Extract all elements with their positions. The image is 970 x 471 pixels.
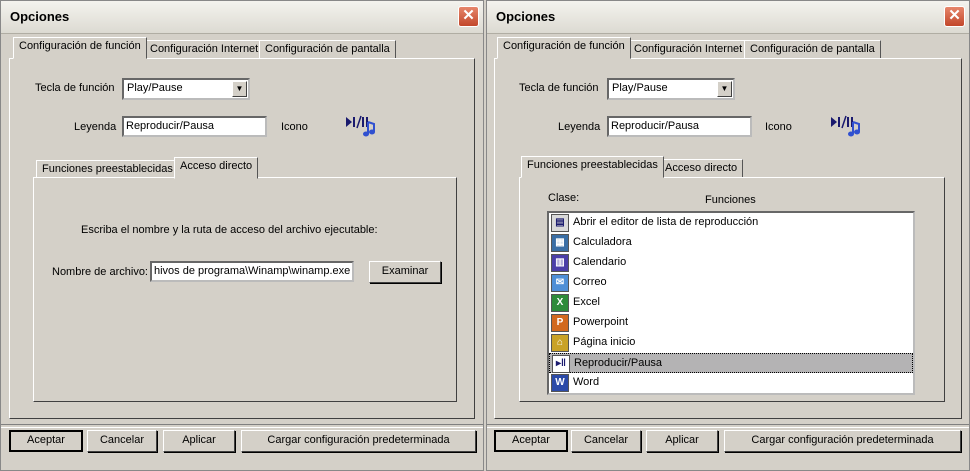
playlist-editor-icon: ▤ xyxy=(551,214,569,232)
load-default-button[interactable]: Cargar configuración predeterminada xyxy=(724,430,961,452)
list-item-label: Correo xyxy=(573,276,607,288)
caption-input[interactable]: Reproducir/Pausa xyxy=(122,116,267,137)
separator xyxy=(1,424,483,428)
list-item[interactable]: ⌂ Página inicio xyxy=(549,333,913,353)
list-item-label: Calculadora xyxy=(573,236,632,248)
close-icon: ✕ xyxy=(948,7,961,24)
list-item-label: Word xyxy=(573,376,600,388)
function-settings-panel: Tecla de función Play/Pause ▼ Leyenda Re… xyxy=(9,58,475,419)
icon-label: Icono xyxy=(765,121,792,133)
shortcut-panel: Escriba el nombre y la ruta de acceso de… xyxy=(33,177,457,402)
tab-screen-settings[interactable]: Configuración de pantalla xyxy=(744,40,881,59)
list-item[interactable]: P Powerpoint xyxy=(549,313,913,333)
cancel-button[interactable]: Cancelar xyxy=(87,430,157,452)
list-item[interactable]: ✉ Correo xyxy=(549,273,913,293)
list-item[interactable]: ▦ Calculadora xyxy=(549,233,913,253)
caption-value: Reproducir/Pausa xyxy=(126,120,215,132)
tab-screen-settings[interactable]: Configuración de pantalla xyxy=(259,40,396,59)
file-name-input[interactable]: hivos de programa\Winamp\winamp.exe xyxy=(150,261,354,282)
subtab-shortcut[interactable]: Acceso directo xyxy=(174,157,259,179)
apply-button[interactable]: Aplicar xyxy=(163,430,235,452)
list-item-label: Abrir el editor de lista de reproducción xyxy=(573,216,759,228)
function-key-label: Tecla de función xyxy=(35,82,115,94)
excel-icon: X xyxy=(551,294,569,312)
list-item[interactable]: ▥ Calendario xyxy=(549,253,913,273)
apply-button[interactable]: Aplicar xyxy=(646,430,718,452)
title-bar: Opciones ✕ xyxy=(487,1,969,34)
browse-button[interactable]: Examinar xyxy=(369,261,441,283)
caption-label: Leyenda xyxy=(74,121,117,133)
home-icon: ⌂ xyxy=(551,334,569,352)
function-key-select[interactable]: Play/Pause ▼ xyxy=(122,78,250,100)
function-key-value: Play/Pause xyxy=(612,82,668,94)
subtab-presets[interactable]: Funciones preestablecidas xyxy=(521,156,664,178)
separator xyxy=(487,424,969,428)
powerpoint-icon: P xyxy=(551,314,569,332)
chevron-down-icon[interactable]: ▼ xyxy=(717,81,732,97)
function-key-label: Tecla de función xyxy=(519,82,599,94)
instruction-text: Escriba el nombre y la ruta de acceso de… xyxy=(81,224,378,236)
tab-internet-settings[interactable]: Configuración Internet xyxy=(144,40,265,59)
function-key-value: Play/Pause xyxy=(127,82,183,94)
close-button[interactable]: ✕ xyxy=(944,6,965,27)
function-key-select[interactable]: Play/Pause ▼ xyxy=(607,78,735,100)
options-dialog-right: Opciones ✕ Configuración de función Conf… xyxy=(486,0,970,471)
caption-value: Reproducir/Pausa xyxy=(611,120,700,132)
list-item-label: Reproducir/Pausa xyxy=(574,357,663,369)
dialog-title: Opciones xyxy=(496,9,556,24)
play-pause-icon: ▸‖ xyxy=(552,355,570,373)
options-dialog-left: Opciones ✕ Configuración de función Conf… xyxy=(0,0,484,471)
close-icon: ✕ xyxy=(462,7,475,24)
caption-input[interactable]: Reproducir/Pausa xyxy=(607,116,752,137)
tab-function-settings[interactable]: Configuración de función xyxy=(497,37,631,59)
file-name-value: hivos de programa\Winamp\winamp.exe xyxy=(154,265,351,277)
list-item-label: Excel xyxy=(573,296,600,308)
functions-list[interactable]: ▤ Abrir el editor de lista de reproducció… xyxy=(547,211,915,395)
word-icon: W xyxy=(551,374,569,392)
caption-label: Leyenda xyxy=(558,121,601,133)
list-item-label: Página inicio xyxy=(573,336,636,348)
function-settings-panel: Tecla de función Play/Pause ▼ Leyenda Re… xyxy=(494,58,962,419)
presets-panel: Clase: Funciones ▤ Abrir el editor de lis… xyxy=(519,177,945,402)
tab-internet-settings[interactable]: Configuración Internet xyxy=(628,40,749,59)
list-item[interactable]: ▸‖ Reproducir/Pausa xyxy=(549,353,913,373)
dialog-title: Opciones xyxy=(10,9,70,24)
calendar-icon: ▥ xyxy=(551,254,569,272)
functions-header: Funciones xyxy=(705,194,756,206)
calculator-icon: ▦ xyxy=(551,234,569,252)
play-pause-icon xyxy=(831,115,860,137)
list-item-label: Powerpoint xyxy=(573,316,629,328)
subtab-shortcut[interactable]: Acceso directo xyxy=(659,159,744,178)
mail-icon: ✉ xyxy=(551,274,569,292)
load-default-button[interactable]: Cargar configuración predeterminada xyxy=(241,430,476,452)
list-item-label: Calendario xyxy=(573,256,627,268)
accept-button[interactable]: Aceptar xyxy=(494,430,568,452)
play-pause-icon xyxy=(346,115,375,137)
accept-button[interactable]: Aceptar xyxy=(9,430,83,452)
list-item[interactable]: ▤ Abrir el editor de lista de reproducció… xyxy=(549,213,913,233)
class-header: Clase: xyxy=(548,192,580,204)
file-name-label: Nombre de archivo: xyxy=(52,266,148,278)
list-item[interactable]: W Word xyxy=(549,373,913,393)
list-item[interactable]: X Excel xyxy=(549,293,913,313)
title-bar: Opciones ✕ xyxy=(1,1,483,34)
cancel-button[interactable]: Cancelar xyxy=(571,430,641,452)
chevron-down-icon[interactable]: ▼ xyxy=(232,81,247,97)
close-button[interactable]: ✕ xyxy=(458,6,479,27)
tab-function-settings[interactable]: Configuración de función xyxy=(13,37,147,59)
icon-label: Icono xyxy=(281,121,308,133)
